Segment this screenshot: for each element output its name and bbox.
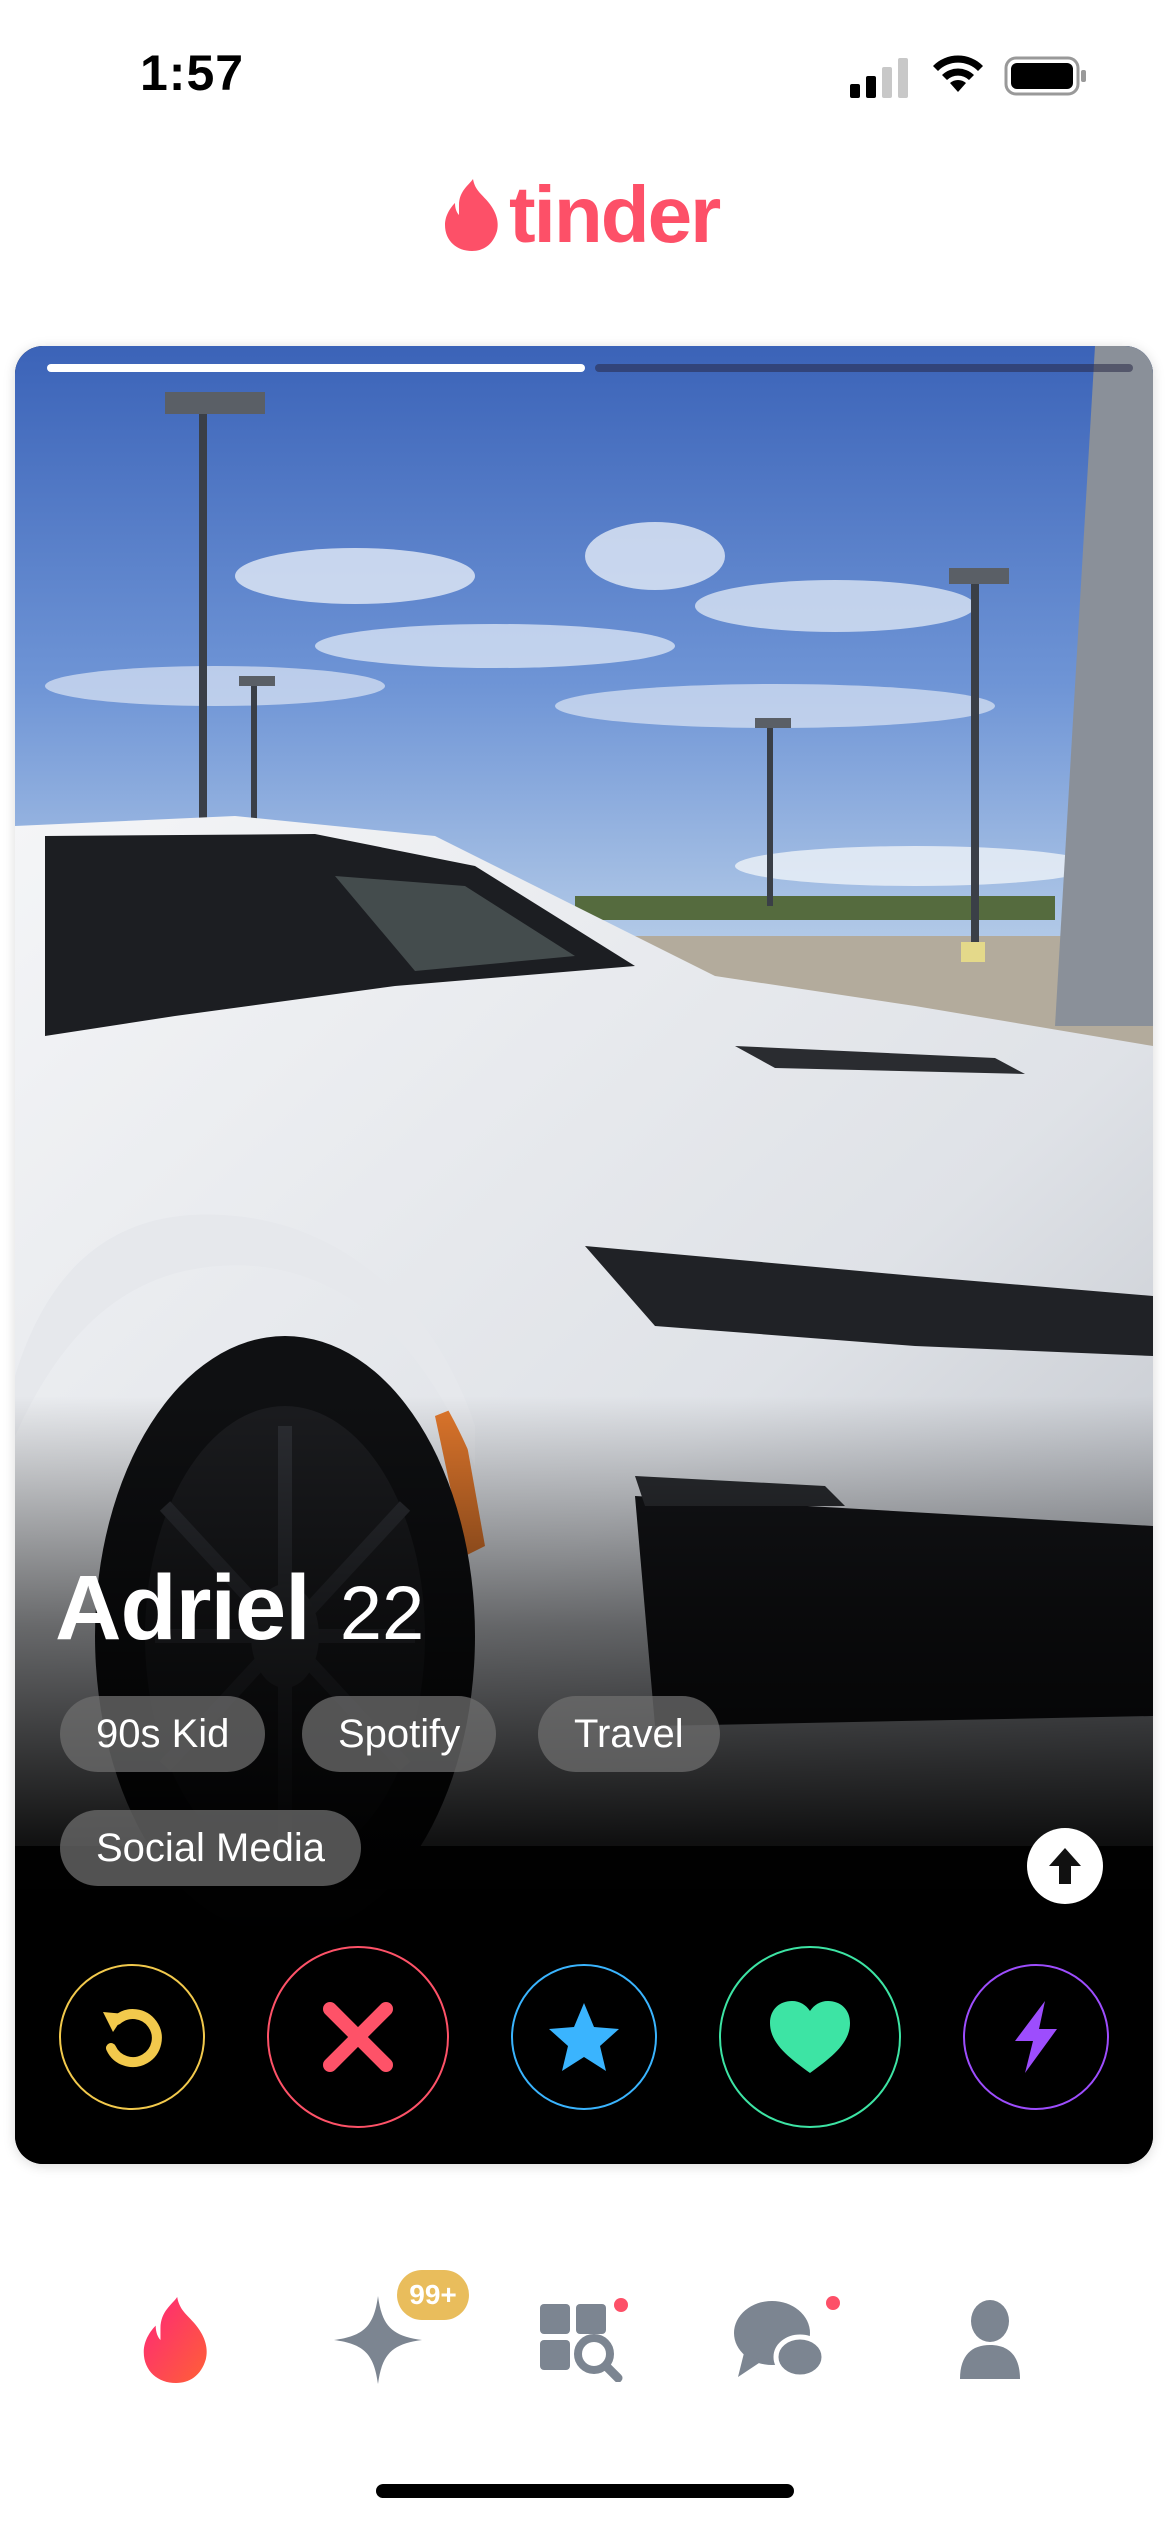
- flame-icon: [143, 2297, 207, 2383]
- chat-icon: [734, 2301, 827, 2380]
- close-icon: [323, 2002, 393, 2072]
- tinder-logo: tinder: [443, 170, 721, 260]
- profile-name: Adriel: [55, 1557, 311, 1659]
- status-bar: 1:57: [0, 0, 1170, 150]
- like-button[interactable]: [719, 1946, 901, 2128]
- nav-profile[interactable]: [940, 2290, 1040, 2390]
- arrow-up-icon: [1049, 1848, 1081, 1884]
- expand-profile-button[interactable]: [1027, 1828, 1103, 1904]
- interest-tag: Social Media: [60, 1810, 362, 1886]
- nav-messages[interactable]: [730, 2290, 830, 2390]
- star-icon: [549, 2003, 619, 2071]
- profile-card[interactable]: Adriel 22 90s Kid Spotify Travel Social …: [15, 346, 1153, 2164]
- boost-button[interactable]: [963, 1964, 1109, 2110]
- bottom-nav: 99+: [0, 2250, 1170, 2430]
- likes-count-badge: 99+: [397, 2270, 469, 2320]
- profile-name-row: Adriel 22: [55, 1556, 424, 1661]
- explore-notification-dot: [614, 2298, 628, 2312]
- heart-icon: [770, 2001, 850, 2073]
- cellular-signal-icon: [850, 58, 908, 98]
- explore-icon: [540, 2304, 623, 2382]
- nope-button[interactable]: [267, 1946, 449, 2128]
- home-indicator[interactable]: [376, 2484, 794, 2498]
- photo-progress-segment: [595, 364, 1133, 372]
- rewind-icon: [103, 2009, 162, 2068]
- photo-progress-segment: [47, 364, 585, 372]
- rewind-button[interactable]: [59, 1964, 205, 2110]
- profile-icon: [960, 2300, 1020, 2379]
- interest-tag: 90s Kid: [60, 1696, 266, 1772]
- lightning-icon: [1015, 2001, 1057, 2073]
- logo-wordmark: tinder: [509, 170, 721, 259]
- profile-age: 22: [339, 1571, 425, 1656]
- interest-tag: Spotify: [302, 1696, 497, 1772]
- battery-icon: [1004, 56, 1086, 96]
- nav-home[interactable]: [126, 2290, 226, 2390]
- action-bar: [15, 1944, 1153, 2144]
- messages-notification-dot: [826, 2296, 840, 2310]
- flame-logo-icon: [445, 179, 498, 251]
- interest-tag: Travel: [538, 1696, 720, 1772]
- photo-progress-bar: [47, 364, 1133, 372]
- super-like-button[interactable]: [511, 1964, 657, 2110]
- wifi-icon: [933, 55, 983, 92]
- status-time: 1:57: [140, 45, 245, 101]
